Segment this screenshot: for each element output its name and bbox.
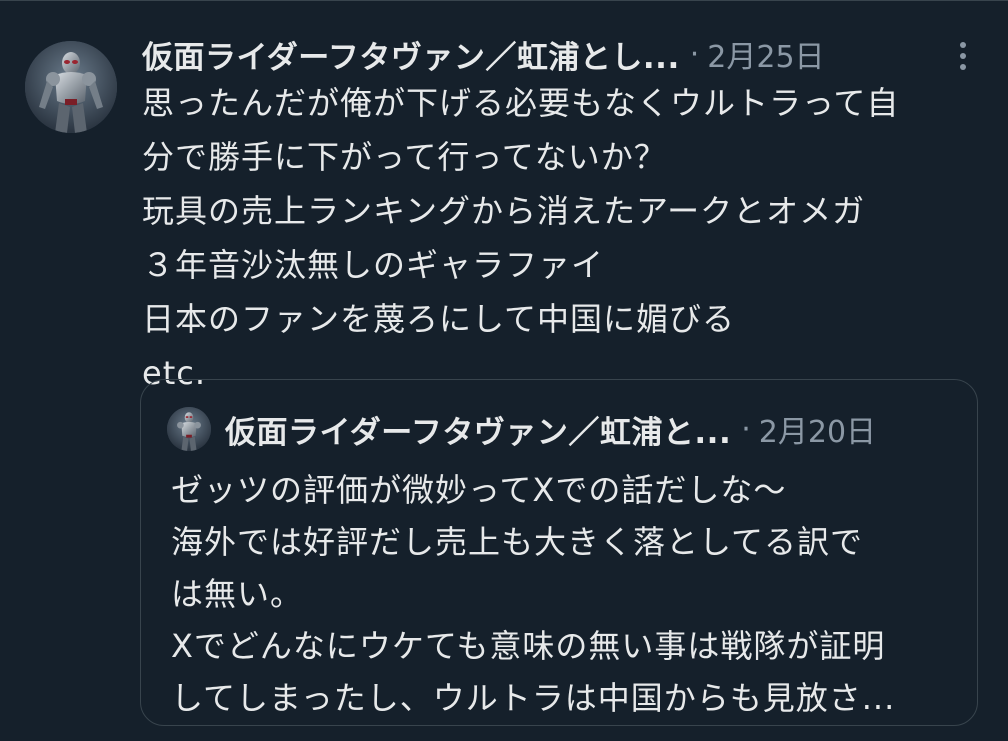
tweet-text-line: 日本のファンを蔑ろにして中国に媚びる xyxy=(142,300,736,338)
quoted-tweet-header: 仮面ライダーフタヴァン／虹浦と... · 2月20日 xyxy=(225,405,965,453)
quoted-tweet-card[interactable]: 仮面ライダーフタヴァン／虹浦と... · 2月20日 ゼッツの評価が微妙ってXで… xyxy=(140,379,978,726)
tweet-text-line: 思ったんだが俺が下げる必要もなくウルトラって自 xyxy=(142,84,900,122)
tweet-text-line: 玩具の売上ランキングから消えたアークとオメガ xyxy=(142,192,866,230)
quoted-meta-separator: · xyxy=(741,411,751,447)
more-vertical-icon xyxy=(960,42,966,70)
quoted-text-line: Xでどんなにウケても意味の無い事は戦隊が証明 xyxy=(171,627,886,665)
quoted-avatar-figure-image xyxy=(167,407,211,451)
quoted-avatar xyxy=(167,407,211,451)
quoted-tweet-body: ゼッツの評価が微妙ってXでの話だしな〜 海外では好評だし売上も大きく落としてる訳… xyxy=(171,464,961,724)
quoted-author-name: 仮面ライダーフタヴァン／虹浦と... xyxy=(225,414,732,451)
quoted-text-line: 海外では好評だし売上も大きく落としてる訳で xyxy=(171,523,864,561)
author-name[interactable]: 仮面ライダーフタヴァン／虹浦とし... xyxy=(142,32,680,77)
tweet-text-line: 分で勝手に下がって行ってないか？ xyxy=(142,138,667,176)
avatar[interactable] xyxy=(25,41,117,133)
more-options-button[interactable] xyxy=(945,36,981,76)
meta-separator: · xyxy=(689,36,700,72)
quoted-text-line: は無い。 xyxy=(171,575,304,613)
quoted-text-line: してしまったし、ウルトラは中国からも見放さ... xyxy=(171,679,896,717)
quoted-timestamp: 2月20日 xyxy=(758,415,877,450)
tweet-text-line: ３年音沙汰無しのギャラファイ xyxy=(142,246,605,284)
tweet-body: 思ったんだが俺が下げる必要もなくウルトラって自 分で勝手に下がって行ってないか？… xyxy=(142,76,982,400)
timestamp[interactable]: 2月25日 xyxy=(707,32,824,76)
avatar-figure-image xyxy=(25,41,117,133)
quoted-text-line: ゼッツの評価が微妙ってXでの話だしな〜 xyxy=(171,471,787,509)
tweet-header: 仮面ライダーフタヴァン／虹浦とし... · 2月25日 xyxy=(142,30,942,78)
tweet[interactable]: 仮面ライダーフタヴァン／虹浦とし... · 2月25日 思ったんだが俺が下げる必… xyxy=(0,0,1008,741)
